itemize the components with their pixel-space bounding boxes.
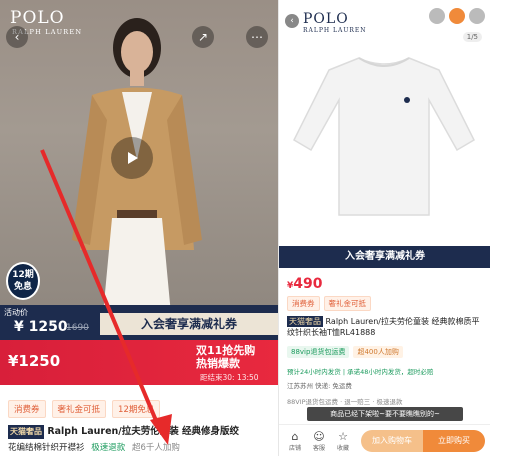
- price-value: 490: [293, 276, 323, 292]
- service-button[interactable]: ☺ 客服: [307, 430, 331, 452]
- add-to-cart-button[interactable]: 加入购物车: [361, 429, 423, 452]
- buy-now-button[interactable]: 立即购买: [423, 429, 485, 452]
- promo-tags-right: 消费券 奢礼金可抵: [287, 296, 371, 311]
- store-icon: ⌂: [291, 429, 299, 443]
- tmall-luxury-badge: 天猫奢品: [287, 316, 323, 327]
- tag-coupon[interactable]: 消费券: [287, 296, 320, 311]
- red-arrow-overlay: [40, 149, 172, 445]
- brand-name-right: POLO: [303, 11, 349, 27]
- left-product-page: POLO RALPH LAUREN ‹ ↗ ⋯ 12期 免息 活动价 ¥ 125…: [0, 0, 278, 456]
- tag-luxury-credit[interactable]: 奢礼金可抵: [323, 296, 371, 311]
- unavailable-toast: 商品已经下架啦~要不要瞧瞧别的~: [307, 407, 463, 421]
- shipping-info[interactable]: 预计24小时内发货 | 承诺48小时内发货，超时必赔: [287, 366, 433, 376]
- store-button[interactable]: ⌂ 店铺: [283, 430, 307, 452]
- favorite-label: 收藏: [336, 444, 349, 452]
- member-coupon-banner-right[interactable]: 入会奢享满减礼券: [279, 246, 490, 268]
- product-title-right: 天猫奢品 Ralph Lauren/拉夫劳伦童装 经典款棉质平纹针织长袖T恤RL…: [287, 316, 483, 338]
- more-dots-icon[interactable]: [469, 8, 485, 24]
- product-image-shirt[interactable]: [289, 30, 479, 220]
- return-shipping-chip: 88vip退货包运费: [287, 346, 350, 358]
- share-icon[interactable]: [429, 8, 445, 24]
- screenshot-stage: POLO RALPH LAUREN ‹ ↗ ⋯ 12期 免息 活动价 ¥ 125…: [0, 0, 505, 456]
- favorite-button[interactable]: ☆ 收藏: [331, 430, 355, 452]
- back-button-right[interactable]: ‹: [285, 14, 299, 28]
- location-info: 江苏苏州 快递: 免运费: [287, 382, 352, 390]
- price-right: ¥490: [287, 276, 323, 292]
- chevron-left-icon: ‹: [290, 16, 294, 26]
- store-label: 店铺: [288, 444, 301, 452]
- notification-icon[interactable]: [449, 8, 465, 24]
- cart-count-chip: 超400人加购: [353, 346, 403, 358]
- service-label: 客服: [312, 444, 325, 452]
- vip-info[interactable]: 88VIP退货包运费 · 退一赔三 · 极速退款: [287, 396, 402, 406]
- chat-icon: ☺: [313, 429, 325, 443]
- service-chips: 88vip退货包运费 超400人加购: [287, 346, 403, 358]
- star-icon: ☆: [338, 429, 348, 443]
- bottom-action-bar: ⌂ 店铺 ☺ 客服 ☆ 收藏 加入购物车 立即购买: [279, 424, 490, 456]
- right-product-page: ‹ POLO RALPH LAUREN 1/5 入会奢享满减礼券 ¥490 消费…: [278, 0, 490, 456]
